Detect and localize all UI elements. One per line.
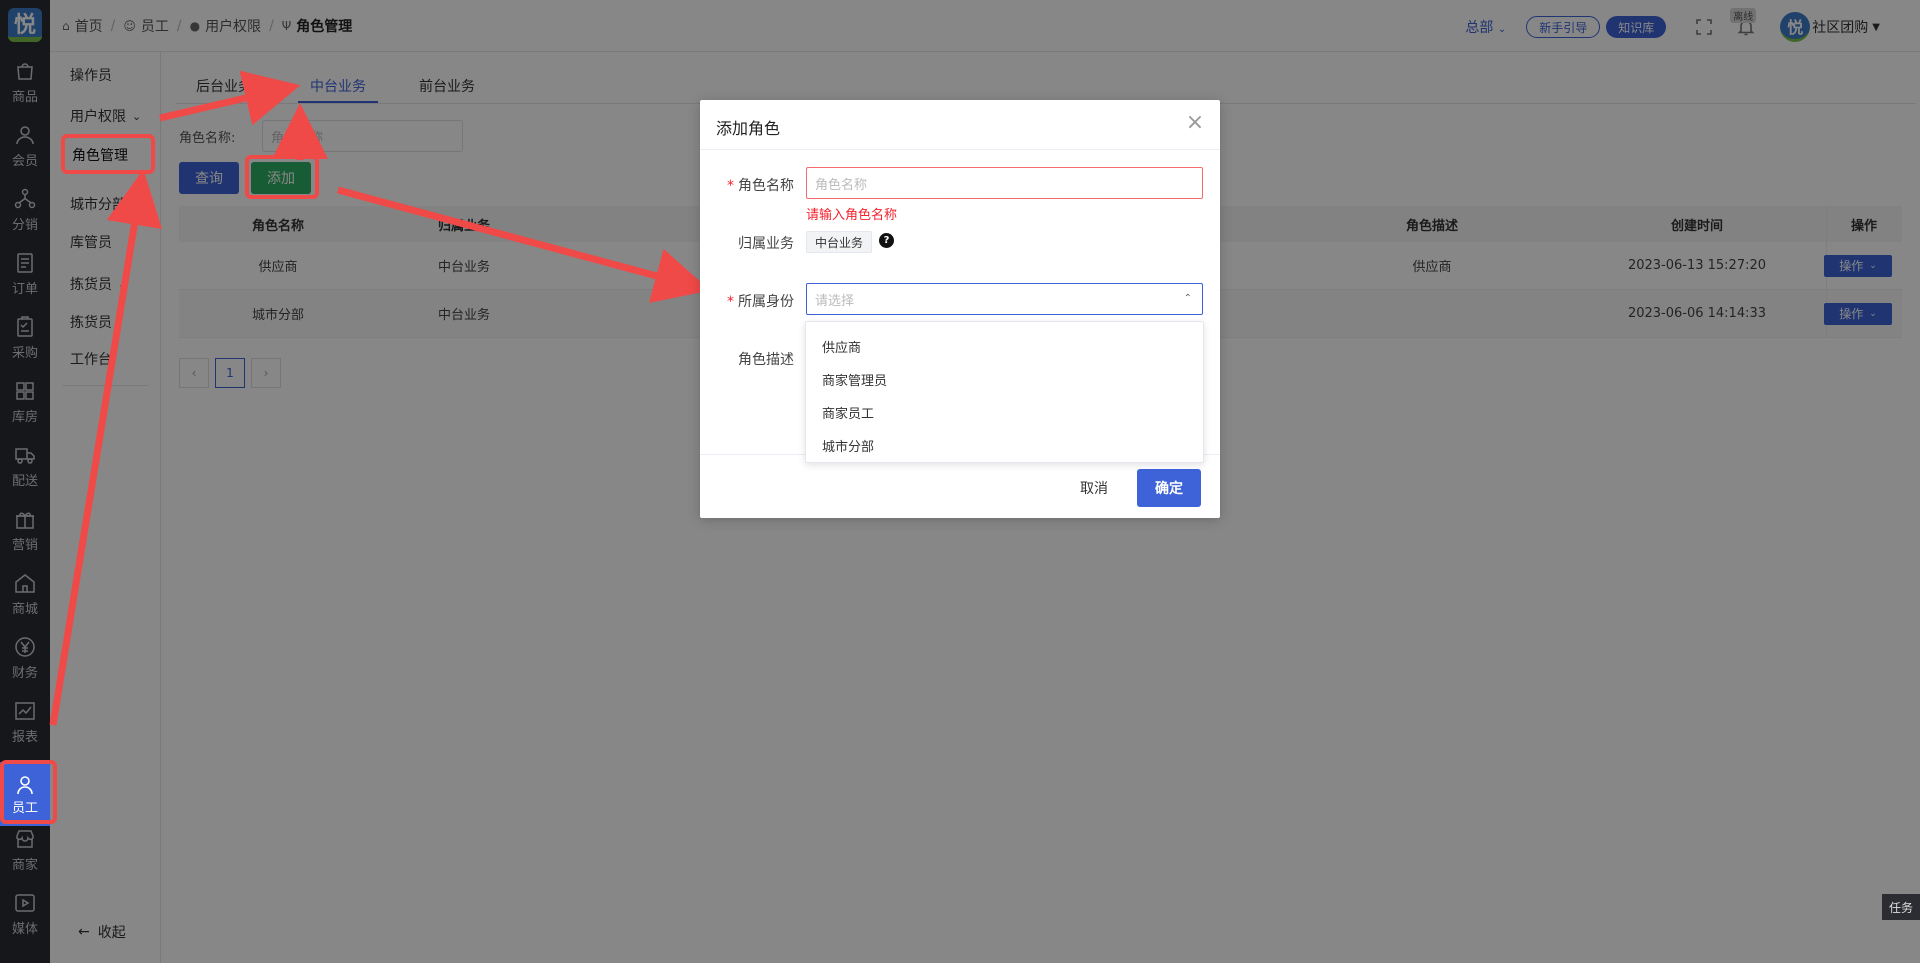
business-label: 归属业务 bbox=[700, 233, 794, 253]
dropdown-option[interactable]: 城市分部 bbox=[806, 429, 1203, 462]
close-icon[interactable]: × bbox=[1184, 112, 1206, 134]
required-mark: * bbox=[727, 294, 734, 310]
chevron-up-icon: ⌃ bbox=[1183, 293, 1192, 304]
dropdown-option[interactable]: 商家管理员 bbox=[806, 363, 1203, 396]
cancel-button[interactable]: 取消 bbox=[1066, 470, 1122, 506]
dropdown-option[interactable]: 商家员工 bbox=[806, 396, 1203, 429]
task-badge[interactable]: 任务 bbox=[1882, 894, 1920, 920]
role-name-label: * 角色名称 bbox=[700, 175, 794, 195]
label-text: 角色名称 bbox=[738, 178, 794, 194]
dialog-header: 添加角色 × bbox=[700, 100, 1220, 150]
confirm-button[interactable]: 确定 bbox=[1137, 469, 1201, 507]
required-mark: * bbox=[727, 178, 734, 194]
role-name-error: 请输入角色名称 bbox=[806, 208, 898, 223]
dialog-title: 添加角色 bbox=[716, 119, 781, 138]
staff-icon bbox=[17, 775, 33, 794]
role-name-input[interactable]: 角色名称 bbox=[806, 167, 1203, 199]
identity-label: * 所属身份 bbox=[700, 291, 794, 311]
description-label: 角色描述 bbox=[700, 349, 794, 369]
rail-label: 员工 bbox=[11, 800, 38, 816]
select-placeholder: 请选择 bbox=[815, 293, 855, 309]
label-text: 所属身份 bbox=[738, 294, 794, 310]
input-placeholder: 角色名称 bbox=[815, 177, 868, 193]
dropdown-option[interactable]: 供应商 bbox=[806, 330, 1203, 363]
business-tag: 中台业务 bbox=[806, 231, 873, 253]
label-text: 角色描述 bbox=[738, 352, 794, 368]
help-icon[interactable]: ? bbox=[879, 233, 894, 248]
rail-item-staff-highlight[interactable]: 员工 bbox=[0, 762, 50, 826]
dialog-footer: 取消 确定 bbox=[700, 454, 1220, 518]
identity-dropdown: 供应商 商家管理员 商家员工 城市分部 bbox=[805, 321, 1204, 463]
identity-select[interactable]: 请选择 ⌃ bbox=[806, 283, 1203, 315]
label-text: 归属业务 bbox=[738, 236, 794, 252]
